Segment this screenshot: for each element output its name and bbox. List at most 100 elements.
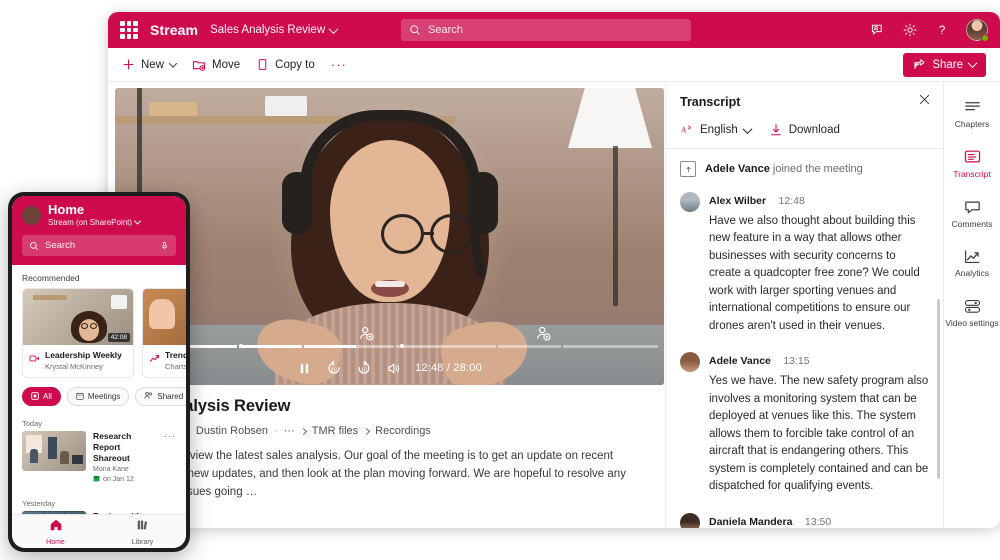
share-button[interactable]: Share	[903, 52, 986, 77]
avatar[interactable]	[966, 19, 989, 42]
phone-site-dropdown[interactable]: Stream (on SharePoint)	[48, 217, 142, 228]
breadcrumb-overflow[interactable]: ···	[284, 425, 295, 437]
list-item-overflow-button[interactable]: ···	[164, 431, 176, 441]
phone-filter-chips: All Meetings Shared	[12, 378, 186, 412]
home-icon	[49, 518, 63, 537]
rail-item-video-settings[interactable]: Video settings	[944, 289, 1000, 335]
chapter-segment[interactable]	[304, 344, 394, 348]
search-input[interactable]: Search	[401, 19, 691, 41]
transcript-language-label: English	[700, 124, 738, 136]
breadcrumb-item-recordings[interactable]: Recordings	[375, 425, 431, 437]
chevron-down-icon	[328, 23, 339, 34]
app-launcher-icon[interactable]	[120, 21, 138, 39]
right-rail: Chapters Transcript Comments Analytics V…	[943, 82, 1000, 528]
chapter-marker	[400, 344, 405, 348]
phone-card-body: Leadership Weekly Krystal McKinney	[23, 345, 133, 377]
transcript-download-label: Download	[788, 124, 840, 136]
search-placeholder: Search	[428, 24, 463, 36]
list-item[interactable]: Research Report Shareout Mona Kane on Ja…	[12, 431, 186, 492]
rail-label: Comments	[951, 218, 993, 229]
microphone-icon[interactable]	[160, 241, 169, 250]
separator-dot: ·	[274, 425, 278, 437]
transcript-language-dropdown[interactable]: A English	[680, 123, 753, 137]
svg-text:A: A	[681, 126, 687, 135]
video-player[interactable]: 10 10 12:48 / 28:00	[115, 88, 664, 385]
transcript-message[interactable]: Alex Wilber 12:48 Have we also thought a…	[680, 191, 929, 335]
video-subinfo: 10,589 views · Dustin Robsen · ··· TMR f…	[116, 425, 657, 437]
rail-item-transcript[interactable]: Transcript	[944, 140, 1000, 186]
phone-filter-all[interactable]: All	[22, 387, 61, 407]
chapter-segment[interactable]	[395, 344, 496, 348]
chapter-segment[interactable]	[238, 344, 303, 348]
share-icon	[914, 59, 925, 69]
phone-video-card[interactable]: 42:08 Leadership Weekly Krystal McKinney	[22, 288, 134, 379]
close-icon[interactable]	[918, 93, 931, 111]
new-button[interactable]: New	[122, 58, 178, 71]
svg-text:10: 10	[361, 368, 367, 374]
phone-search-input[interactable]: Search	[22, 235, 176, 257]
phone-recommended-carousel[interactable]: 42:08 Leadership Weekly Krystal McKinney	[12, 288, 186, 379]
phone-filter-shared-label: Shared	[157, 392, 184, 402]
volume-button[interactable]	[386, 361, 401, 376]
transcript-timestamp[interactable]: 13:50	[805, 516, 831, 528]
analytics-icon	[962, 246, 982, 266]
video-metadata: Sales Analysis Review 10,589 views · Dus…	[108, 385, 665, 501]
phone-tab-home[interactable]: Home	[12, 515, 99, 548]
pause-button[interactable]	[297, 361, 312, 376]
site-name-label: Sales Analysis Review	[210, 24, 326, 36]
chevron-right-icon	[363, 427, 371, 435]
transcript-event-name: Adele Vance	[705, 163, 770, 175]
phone-filter-shared[interactable]: Shared	[135, 387, 186, 407]
feedback-icon[interactable]	[870, 22, 886, 38]
phone-filter-meetings[interactable]: Meetings	[66, 387, 130, 407]
phone-video-card[interactable]: Trending Charts	[142, 288, 186, 379]
rail-label: Chapters	[954, 119, 990, 129]
video-progress-bar[interactable]	[115, 339, 664, 353]
transcript-scrollbar[interactable]	[937, 299, 940, 479]
rail-item-chapters[interactable]: Chapters	[944, 90, 1000, 136]
svg-text:?: ?	[939, 23, 946, 37]
plus-icon	[122, 58, 135, 71]
transcript-timestamp[interactable]: 13:15	[783, 355, 809, 367]
transcript-message-body: Alex Wilber 12:48 Have we also thought a…	[709, 191, 929, 335]
search-icon	[30, 241, 39, 250]
forward-10-button[interactable]: 10	[356, 360, 372, 376]
rail-item-comments[interactable]: Comments	[944, 190, 1000, 236]
rail-item-analytics[interactable]: Analytics	[944, 239, 1000, 285]
command-overflow-button[interactable]: ···	[331, 58, 347, 71]
chapter-segment[interactable]	[497, 344, 562, 348]
phone-screen: Home Stream (on SharePoint) Search Recom…	[12, 196, 186, 548]
avatar	[680, 352, 700, 373]
list-item-meta: on Jan 12	[93, 475, 157, 484]
transcript-timestamp[interactable]: 12:48	[779, 195, 805, 207]
phone-site-label: Stream (on SharePoint)	[48, 218, 133, 228]
list-item-meta-text: on Jan 12	[103, 476, 134, 484]
transcript-entry-list[interactable]: Adele Vance joined the meeting Alex Wilb…	[666, 149, 943, 528]
video-player-column: 10 10 12:48 / 28:00 Sales Analysis Revie…	[108, 82, 665, 528]
join-meeting-icon	[680, 161, 696, 177]
phone-page-title: Home	[48, 202, 85, 217]
phone-tab-library[interactable]: Library	[99, 515, 186, 548]
transcript-message-body: Adele Vance 13:15 Yes we have. The new s…	[709, 351, 929, 495]
phone-section-recommended: Recommended	[22, 273, 80, 284]
breadcrumb-item-tmr-files[interactable]: TMR files	[312, 425, 358, 437]
help-icon[interactable]: ?	[934, 22, 950, 38]
app-brand-name[interactable]: Stream	[150, 22, 198, 38]
transcript-message-text: Have we also thought about building this…	[709, 215, 920, 332]
avatar[interactable]	[22, 205, 41, 225]
gear-icon[interactable]	[902, 22, 918, 38]
move-button[interactable]: Move	[192, 58, 240, 72]
transcript-message[interactable]: Adele Vance 13:15 Yes we have. The new s…	[680, 351, 929, 495]
site-name-dropdown[interactable]: Sales Analysis Review	[210, 23, 339, 36]
chapter-segment[interactable]	[563, 344, 658, 348]
phone-card-title: Leadership Weekly	[45, 350, 122, 361]
video-settings-icon	[962, 296, 982, 316]
transcript-download-button[interactable]: Download	[769, 123, 840, 137]
rail-label: Transcript	[953, 168, 991, 179]
new-button-label: New	[141, 58, 165, 71]
library-icon	[136, 518, 150, 537]
progress-track[interactable]	[115, 344, 664, 348]
copy-to-button[interactable]: Copy to	[256, 58, 315, 71]
rewind-10-button[interactable]: 10	[326, 360, 342, 376]
transcript-message[interactable]: Daniela Mandera 13:50 We're off to a gre…	[680, 512, 929, 528]
